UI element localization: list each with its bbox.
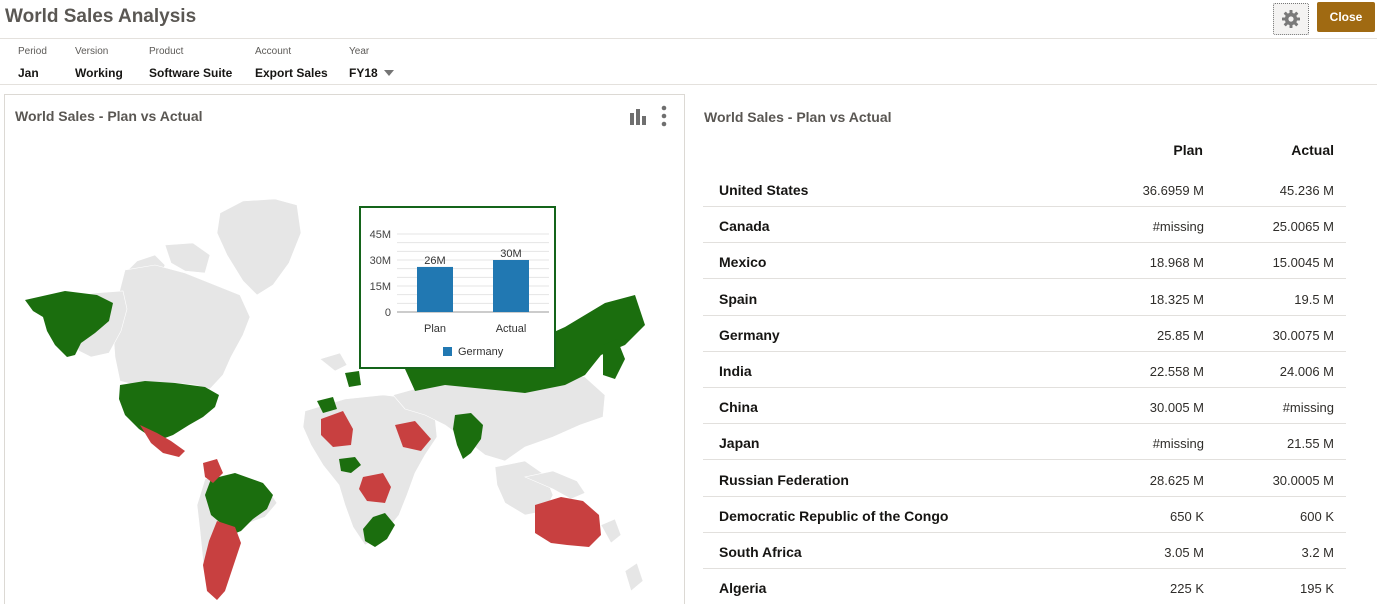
more-vertical-icon[interactable] — [659, 105, 669, 127]
pov-period[interactable]: Period Jan — [18, 46, 47, 80]
cell-plan[interactable]: 3.05 M — [1164, 545, 1204, 560]
page-title: World Sales Analysis — [5, 6, 197, 27]
row-name: Canada — [719, 218, 770, 235]
cell-actual[interactable]: 15.0045 M — [1273, 255, 1334, 270]
row-name: South Africa — [719, 544, 802, 560]
x-tick-label: Actual — [496, 323, 527, 335]
legend-label: Germany — [458, 346, 504, 358]
row-name: China — [719, 399, 758, 416]
cell-plan[interactable]: 25.85 M — [1157, 328, 1204, 343]
cell-actual[interactable]: 30.0075 M — [1273, 328, 1334, 343]
cell-plan[interactable]: 28.625 M — [1150, 473, 1204, 488]
cell-actual[interactable]: 24.006 M — [1280, 364, 1334, 379]
pov-version[interactable]: Version Working — [75, 46, 123, 80]
table-row[interactable]: Russian Federation 28.625 M 30.0005 M — [703, 461, 1346, 497]
legend-swatch — [443, 347, 452, 356]
y-tick-label: 0 — [385, 307, 391, 319]
title-bar: World Sales Analysis Close — [0, 0, 1377, 39]
row-name: Russian Federation — [719, 471, 849, 488]
table-row[interactable]: Algeria 225 K 195 K — [703, 569, 1346, 604]
close-button[interactable]: Close — [1317, 2, 1375, 32]
cell-actual[interactable]: 21.55 M — [1287, 436, 1334, 451]
pov-value: Software Suite — [149, 66, 233, 80]
cell-plan[interactable]: #missing — [1153, 436, 1204, 451]
data-label: 30M — [500, 248, 521, 260]
pov-value: Jan — [18, 66, 39, 80]
table-row[interactable]: United States 36.6959 M 45.236 M — [703, 171, 1346, 207]
cell-actual[interactable]: 19.5 M — [1294, 292, 1334, 307]
world-map[interactable] — [5, 95, 685, 604]
pov-label: Period — [18, 46, 47, 57]
cell-actual[interactable]: 600 K — [1300, 509, 1334, 524]
gear-icon — [1282, 10, 1300, 28]
table-row[interactable]: Germany 25.85 M 30.0075 M — [703, 316, 1346, 352]
row-name: Democratic Republic of the Congo — [719, 507, 949, 524]
table-row[interactable]: Japan #missing 21.55 M — [703, 424, 1346, 461]
cell-actual[interactable]: 30.0005 M — [1273, 473, 1334, 488]
pov-value: FY18 — [349, 66, 378, 80]
y-tick-label: 15M — [370, 281, 391, 293]
tooltip-bar-chart: 0 15M 30M 45M 26M Plan 30M Actual Germany — [370, 229, 549, 358]
bar — [417, 266, 453, 312]
y-tick-label: 45M — [370, 229, 391, 241]
pov-year[interactable]: Year FY18 — [349, 46, 394, 80]
pov-account[interactable]: Account Export Sales — [255, 46, 328, 80]
pov-product[interactable]: Product Software Suite — [149, 46, 232, 80]
cell-plan[interactable]: 18.968 M — [1150, 255, 1204, 270]
cell-actual[interactable]: 25.0065 M — [1273, 219, 1334, 234]
bar-chart-icon[interactable] — [629, 107, 647, 125]
table-row[interactable]: Mexico 18.968 M 15.0045 M — [703, 243, 1346, 280]
row-name: Japan — [719, 435, 760, 452]
cell-plan[interactable]: 36.6959 M — [1143, 183, 1204, 198]
table-row[interactable]: India 22.558 M 24.006 M — [703, 352, 1346, 388]
row-name: Germany — [719, 326, 780, 343]
map-tooltip: 0 15M 30M 45M 26M Plan 30M Actual Germany — [359, 206, 556, 369]
pov-label: Year — [349, 46, 370, 57]
grid-panel-title: World Sales - Plan vs Actual — [704, 109, 892, 125]
pov-label: Product — [149, 46, 184, 57]
table-row[interactable]: China 30.005 M #missing — [703, 388, 1346, 425]
table-row[interactable]: Canada #missing 25.0065 M — [703, 207, 1346, 244]
cell-actual[interactable]: #missing — [1283, 400, 1334, 415]
settings-button[interactable] — [1273, 3, 1309, 35]
cell-actual[interactable]: 3.2 M — [1301, 545, 1334, 560]
cell-plan[interactable]: 225 K — [1170, 581, 1204, 596]
y-tick-label: 30M — [370, 255, 391, 267]
row-name: United States — [719, 182, 809, 198]
data-label: 26M — [424, 255, 445, 267]
cell-actual[interactable]: 195 K — [1300, 581, 1334, 596]
row-name: Spain — [719, 290, 758, 307]
row-name: Mexico — [719, 254, 767, 271]
cell-plan[interactable]: 18.325 M — [1150, 292, 1204, 307]
map-panel-title: World Sales - Plan vs Actual — [15, 108, 203, 124]
cell-plan[interactable]: 650 K — [1170, 509, 1204, 524]
cell-plan[interactable]: 22.558 M — [1150, 364, 1204, 379]
table-row[interactable]: Spain 18.325 M 19.5 M — [703, 280, 1346, 316]
column-header-actual: Actual — [1291, 142, 1334, 158]
cell-plan[interactable]: #missing — [1153, 219, 1204, 234]
column-header-plan: Plan — [1173, 142, 1203, 158]
cell-plan[interactable]: 30.005 M — [1150, 400, 1204, 415]
map-panel: World Sales - Plan vs Actual 0 15M 30M 45M 2… — [4, 94, 685, 604]
pov-value: Working — [75, 66, 123, 80]
pov-bar: Period Jan Version Working Product Softw… — [0, 40, 1377, 85]
x-tick-label: Plan — [424, 323, 446, 335]
table-row[interactable]: Democratic Republic of the Congo 650 K 600… — [703, 497, 1346, 533]
chevron-down-icon[interactable] — [383, 70, 394, 76]
row-name: Algeria — [719, 580, 767, 597]
pov-label: Account — [255, 46, 292, 57]
pov-label: Version — [75, 46, 109, 57]
bar — [493, 260, 529, 312]
cell-actual[interactable]: 45.236 M — [1280, 183, 1334, 198]
table-row[interactable]: South Africa 3.05 M 3.2 M — [703, 533, 1346, 569]
pov-value: Export Sales — [255, 66, 328, 80]
grid-panel: World Sales - Plan vs Actual Plan Actual… — [690, 94, 1377, 604]
row-name: India — [719, 363, 752, 379]
